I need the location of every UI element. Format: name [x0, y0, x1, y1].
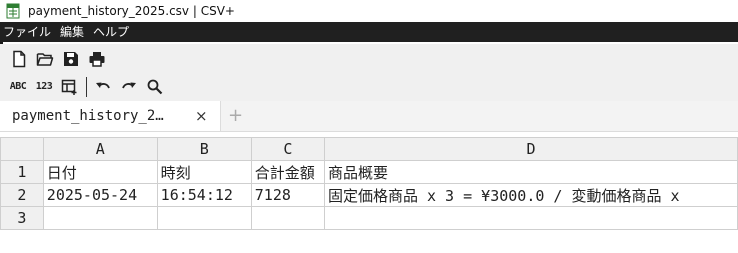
- cell[interactable]: 7128: [250, 183, 325, 207]
- menu-file[interactable]: ファイル: [0, 22, 56, 42]
- number-format-button[interactable]: 123: [31, 74, 57, 100]
- cell[interactable]: [250, 206, 325, 230]
- menu-edit[interactable]: 編集: [56, 22, 89, 42]
- search-icon: [147, 79, 163, 94]
- save-button[interactable]: [58, 46, 84, 72]
- menu-help[interactable]: ヘルプ: [89, 22, 134, 42]
- close-icon[interactable]: ×: [195, 107, 208, 125]
- search-button[interactable]: [142, 74, 168, 100]
- cell[interactable]: 合計金額: [250, 160, 325, 184]
- tab-label: payment_history_2…: [12, 108, 164, 124]
- toolbar-separator: [86, 76, 87, 97]
- folder-open-icon: [36, 52, 54, 66]
- csv-app-icon: [5, 3, 21, 19]
- print-button[interactable]: [84, 46, 110, 72]
- new-file-button[interactable]: [6, 46, 32, 72]
- text-format-button[interactable]: ABC: [5, 74, 31, 100]
- column-header-a[interactable]: A: [42, 137, 158, 161]
- window-title: payment_history_2025.csv | CSV+: [28, 4, 235, 18]
- cell[interactable]: 商品概要: [323, 160, 738, 184]
- menu-bar: ファイル 編集 ヘルプ: [0, 22, 738, 42]
- column-header-b[interactable]: B: [156, 137, 252, 161]
- open-folder-button[interactable]: [32, 46, 58, 72]
- redo-icon: [122, 82, 136, 88]
- new-tab-button[interactable]: +: [228, 105, 243, 126]
- cell[interactable]: 時刻: [156, 160, 252, 184]
- format-toolbar: ABC 123: [0, 72, 738, 101]
- corner-cell[interactable]: [0, 137, 44, 161]
- number-icon: 123: [35, 81, 53, 92]
- table-row: 1 日付 時刻 合計金額 商品概要: [0, 160, 738, 184]
- column-header-c[interactable]: C: [250, 137, 325, 161]
- column-header-row: A B C D: [0, 137, 738, 161]
- title-bar: payment_history_2025.csv | CSV+: [0, 0, 738, 22]
- file-toolbar: [0, 44, 738, 73]
- cell[interactable]: 固定価格商品 x 3 = ¥3000.0 / 変動価格商品 x: [323, 183, 738, 207]
- undo-button[interactable]: [90, 74, 116, 100]
- save-icon: [64, 51, 78, 66]
- cell[interactable]: [323, 206, 738, 230]
- cell[interactable]: [156, 206, 252, 230]
- redo-button[interactable]: [116, 74, 142, 100]
- row-header[interactable]: 1: [0, 160, 44, 184]
- new-file-icon: [13, 50, 26, 67]
- table-add-icon: [61, 79, 77, 95]
- undo-icon: [96, 82, 110, 88]
- cell[interactable]: 2025-05-24: [42, 183, 158, 207]
- insert-column-button[interactable]: [57, 74, 83, 100]
- tab-payment-history[interactable]: payment_history_2… ×: [0, 101, 221, 131]
- printer-icon: [89, 51, 105, 67]
- spreadsheet-grid: A B C D 1 日付 時刻 合計金額 商品概要 2 2025-05-24 1…: [0, 137, 738, 230]
- cell[interactable]: 16:54:12: [156, 183, 252, 207]
- cell[interactable]: [42, 206, 158, 230]
- table-row: 2 2025-05-24 16:54:12 7128 固定価格商品 x 3 = …: [0, 183, 738, 207]
- abc-icon: ABC: [9, 81, 27, 92]
- cell[interactable]: 日付: [42, 160, 158, 184]
- row-header[interactable]: 2: [0, 183, 44, 207]
- table-row: 3: [0, 206, 738, 230]
- column-header-d[interactable]: D: [323, 137, 738, 161]
- document-tab-bar: payment_history_2… × +: [0, 101, 738, 132]
- row-header[interactable]: 3: [0, 206, 44, 230]
